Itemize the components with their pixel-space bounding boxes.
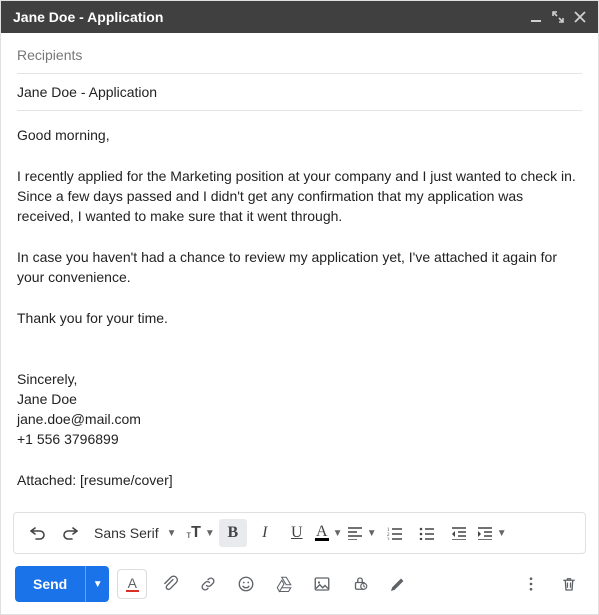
attach-icon[interactable] [155,569,185,599]
subject-field[interactable]: Jane Doe - Application [17,74,582,111]
chevron-down-icon: ▼ [367,528,377,539]
bullet-list-button[interactable] [413,519,441,547]
subject-text: Jane Doe - Application [17,84,157,100]
align-button[interactable]: ▼ [347,519,377,547]
underline-button[interactable]: U [283,519,311,547]
numbered-list-button[interactable]: 123 [381,519,409,547]
bold-button[interactable]: B [219,519,247,547]
header-fields: Recipients Jane Doe - Application [1,33,598,111]
image-icon[interactable] [307,569,337,599]
font-family-label: Sans Serif [94,525,159,541]
chevron-down-icon: ▼ [205,528,215,539]
send-button-group: Send ▼ [15,566,109,602]
message-body[interactable]: Good morning, I recently applied for the… [1,111,598,504]
fullscreen-icon[interactable] [552,11,564,23]
undo-button[interactable] [24,519,52,547]
action-bar: Send ▼ A [1,560,598,614]
svg-text:3: 3 [387,538,390,540]
window-controls [530,11,586,23]
emoji-icon[interactable] [231,569,261,599]
redo-button[interactable] [56,519,84,547]
send-button[interactable]: Send [15,566,85,602]
chevron-down-icon: ▼ [333,528,343,539]
format-toolbar: Sans Serif ▼ тT ▼ B I U A ▼ ▼ 123 ▼ [13,512,586,554]
font-size-button[interactable]: тT ▼ [187,519,215,547]
drive-icon[interactable] [269,569,299,599]
confidential-icon[interactable] [345,569,375,599]
formatting-options-button[interactable]: A [117,569,147,599]
trash-icon[interactable] [554,569,584,599]
more-options-icon[interactable] [516,569,546,599]
indent-less-button[interactable] [445,519,473,547]
chevron-down-icon: ▼ [167,528,177,539]
send-options-button[interactable]: ▼ [85,566,109,602]
recipients-placeholder: Recipients [17,47,82,63]
recipients-field[interactable]: Recipients [17,37,582,74]
indent-more-button[interactable]: ▼ [477,519,507,547]
link-icon[interactable] [193,569,223,599]
pen-icon[interactable] [383,569,413,599]
italic-button[interactable]: I [251,519,279,547]
window-title: Jane Doe - Application [13,9,530,25]
text-color-button[interactable]: A ▼ [315,519,343,547]
compose-window: Jane Doe - Application Recipients Jane D… [0,0,599,615]
chevron-down-icon: ▼ [497,528,507,539]
font-family-select[interactable]: Sans Serif ▼ [88,519,183,547]
minimize-icon[interactable] [530,11,542,23]
titlebar: Jane Doe - Application [1,1,598,33]
close-icon[interactable] [574,11,586,23]
